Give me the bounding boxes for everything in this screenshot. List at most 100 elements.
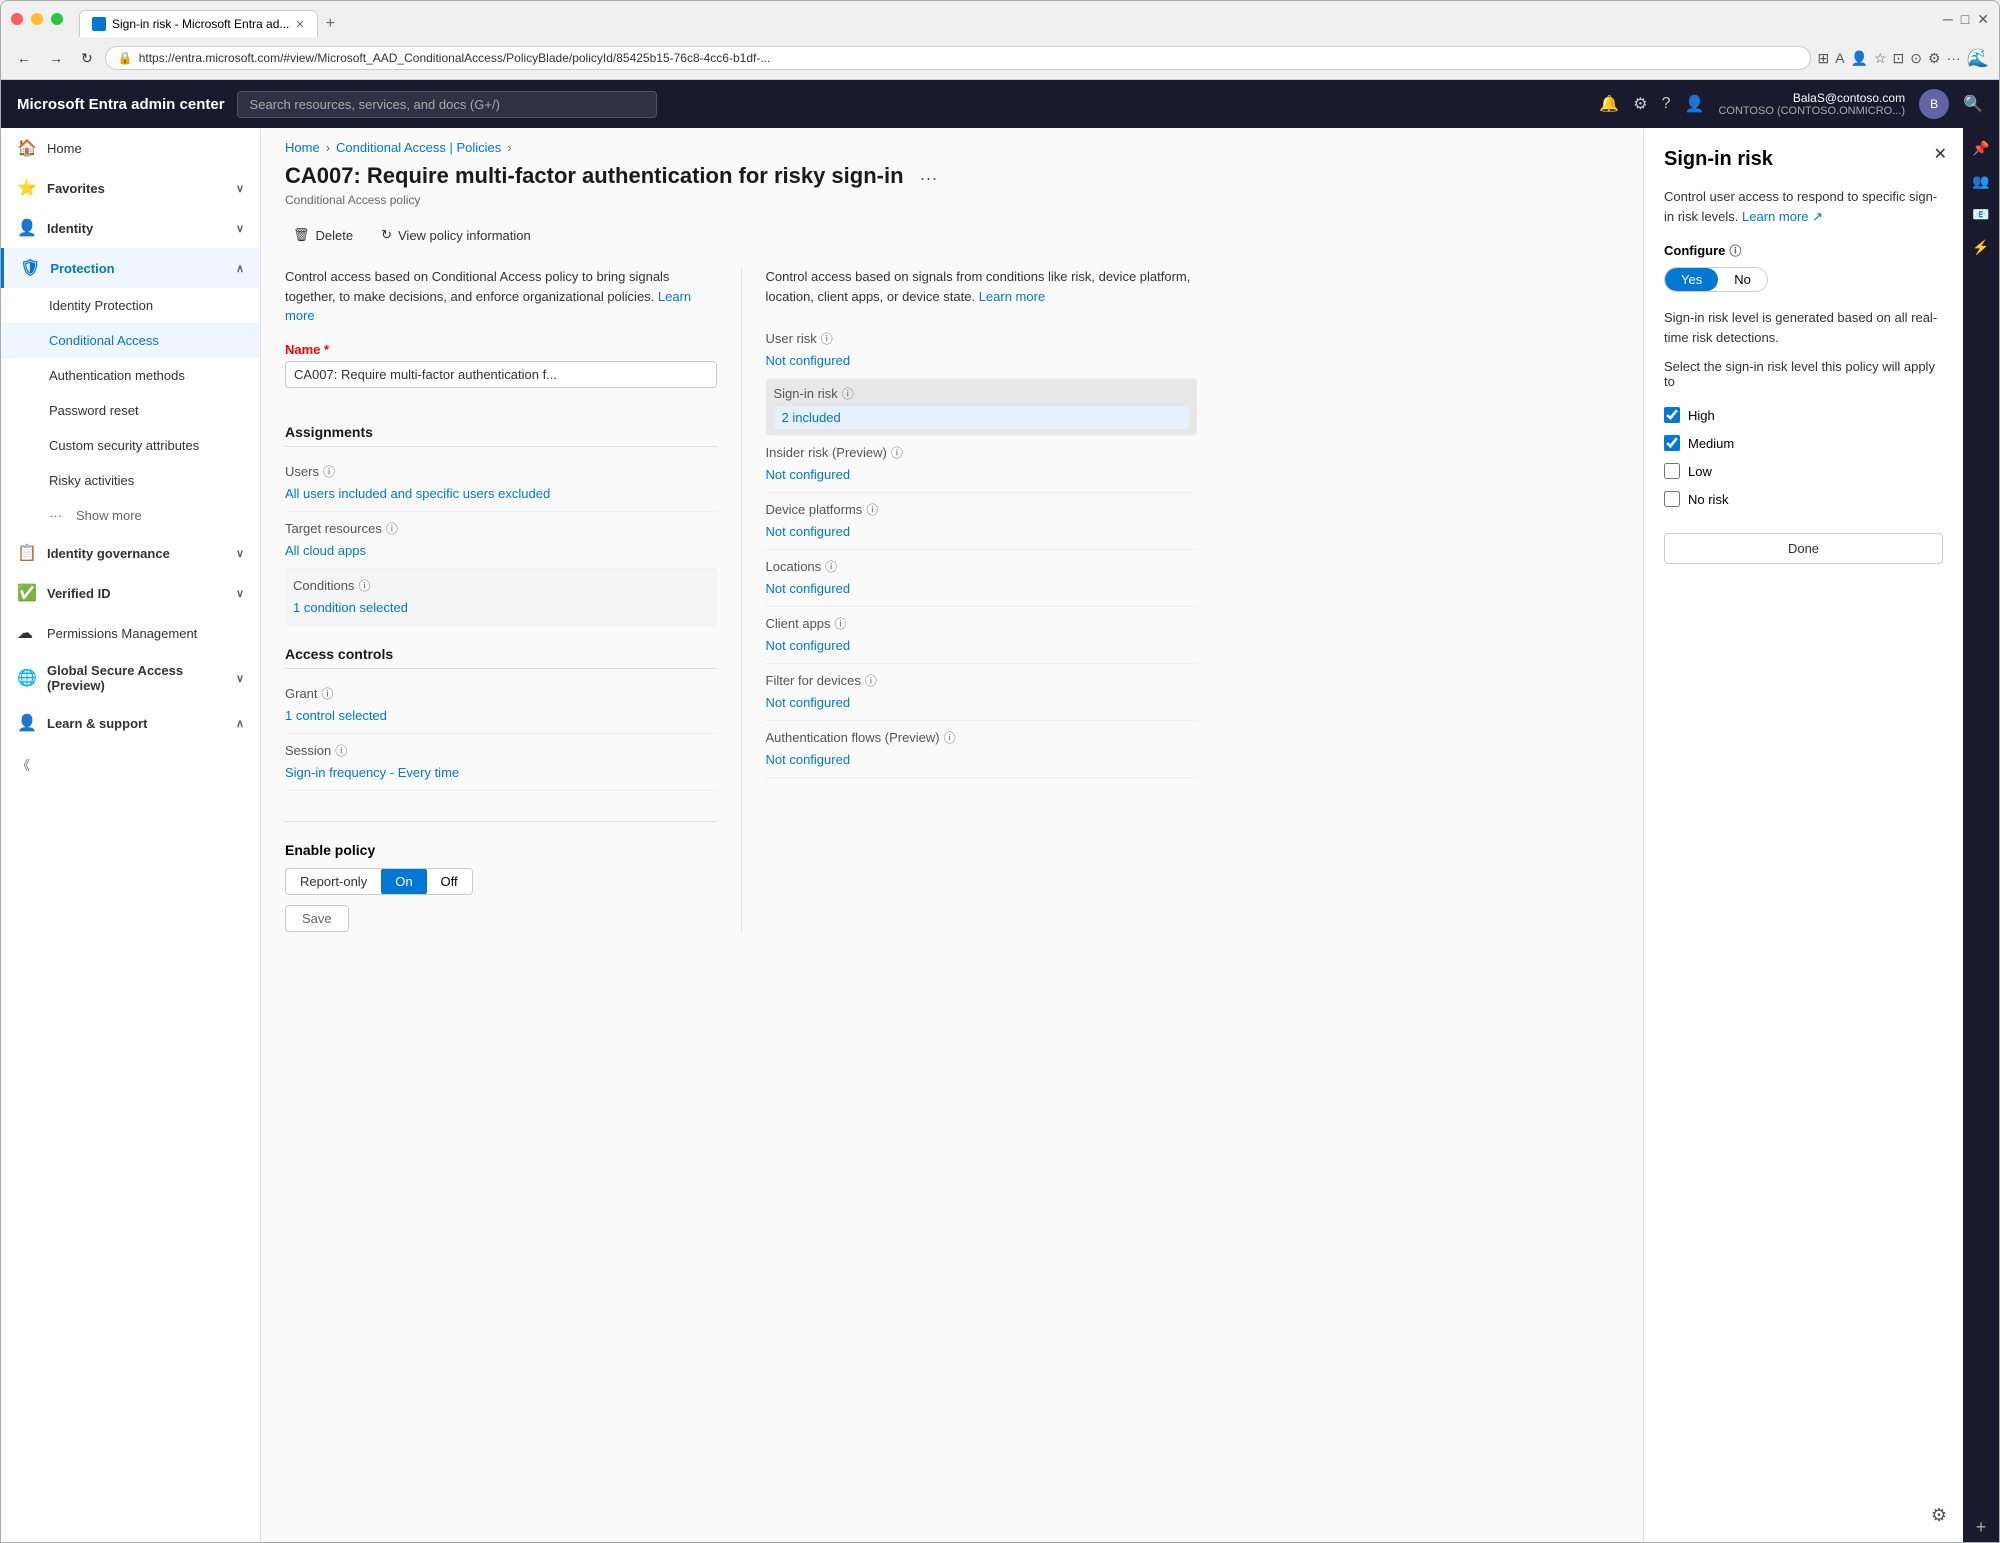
three-dots-menu[interactable]: ··· bbox=[920, 168, 938, 189]
sidebar-item-custom-security[interactable]: Custom security attributes bbox=[1, 428, 260, 463]
delete-button[interactable]: 🗑 Delete bbox=[285, 223, 361, 247]
browser-icon-5[interactable]: ⊡ bbox=[1893, 50, 1905, 67]
client-apps-info[interactable]: ⓘ bbox=[835, 615, 847, 632]
panel-close-button[interactable]: ✕ bbox=[1934, 144, 1947, 164]
conditions-value[interactable]: 1 condition selected bbox=[293, 598, 709, 617]
search-input[interactable] bbox=[237, 91, 657, 118]
user-risk-value[interactable]: Not configured bbox=[766, 351, 1198, 370]
yes-no-toggle[interactable]: Yes No bbox=[1664, 267, 1768, 292]
close-btn[interactable]: ✕ bbox=[1977, 11, 1989, 28]
device-platforms-info[interactable]: ⓘ bbox=[866, 501, 878, 518]
grant-info[interactable]: ⓘ bbox=[322, 685, 334, 702]
active-tab[interactable]: Sign-in risk - Microsoft Entra ad... ✕ bbox=[79, 10, 318, 37]
no-button[interactable]: No bbox=[1718, 268, 1767, 291]
name-input[interactable] bbox=[285, 361, 717, 388]
insider-risk-info[interactable]: ⓘ bbox=[891, 444, 903, 461]
far-right-icon-1[interactable]: 📌 bbox=[1968, 136, 1993, 161]
report-only-option[interactable]: Report-only bbox=[286, 869, 381, 894]
breadcrumb-home[interactable]: Home bbox=[285, 140, 320, 155]
browser-icon-1[interactable]: ⊞ bbox=[1817, 50, 1829, 67]
sidebar-item-learn-support[interactable]: 👤 Learn & support ∧ bbox=[1, 703, 260, 743]
yes-button[interactable]: Yes bbox=[1665, 268, 1718, 291]
right-learn-more[interactable]: Learn more bbox=[979, 289, 1045, 304]
tab-close[interactable]: ✕ bbox=[295, 18, 304, 31]
settings-icon[interactable]: ⚙ bbox=[1633, 94, 1647, 114]
favorites-chevron: ∨ bbox=[236, 182, 244, 195]
sidebar-item-global-secure[interactable]: 🌐 Global Secure Access (Preview) ∨ bbox=[1, 653, 260, 703]
device-platforms-value[interactable]: Not configured bbox=[766, 522, 1198, 541]
client-apps-value[interactable]: Not configured bbox=[766, 636, 1198, 655]
locations-value[interactable]: Not configured bbox=[766, 579, 1198, 598]
users-value[interactable]: All users included and specific users ex… bbox=[285, 484, 717, 503]
breadcrumb-conditional-access[interactable]: Conditional Access | Policies bbox=[336, 140, 501, 155]
sidebar-item-show-more[interactable]: ··· Show more bbox=[1, 498, 260, 533]
new-tab-button[interactable]: + bbox=[318, 11, 343, 37]
avatar[interactable]: B bbox=[1919, 89, 1949, 119]
address-bar[interactable]: 🔒 https://entra.microsoft.com/#view/Micr… bbox=[105, 46, 1812, 70]
browser-icon-3[interactable]: 👤 bbox=[1851, 50, 1868, 67]
no-risk-checkbox[interactable] bbox=[1664, 491, 1680, 507]
sidebar-item-identity-protection[interactable]: Identity Protection bbox=[1, 288, 260, 323]
user-icon[interactable]: 👤 bbox=[1685, 94, 1705, 114]
search-icon-header[interactable]: 🔍 bbox=[1963, 94, 1983, 114]
refresh-button[interactable]: ↻ bbox=[75, 46, 99, 71]
far-right-icon-4[interactable]: ⚡ bbox=[1968, 235, 1993, 260]
medium-checkbox[interactable] bbox=[1664, 435, 1680, 451]
high-checkbox[interactable] bbox=[1664, 407, 1680, 423]
auth-flows-label: Authentication flows (Preview) bbox=[766, 730, 940, 745]
browser-icon-2[interactable]: A bbox=[1835, 50, 1844, 66]
target-resources-value[interactable]: All cloud apps bbox=[285, 541, 717, 560]
sidebar-item-identity-governance[interactable]: 📋 Identity governance ∨ bbox=[1, 533, 260, 573]
off-option[interactable]: Off bbox=[427, 869, 472, 894]
user-risk-info[interactable]: ⓘ bbox=[821, 330, 833, 347]
users-info[interactable]: ⓘ bbox=[323, 463, 335, 480]
sidebar-item-permissions-mgmt[interactable]: ☁ Permissions Management bbox=[1, 613, 260, 653]
sidebar-item-favorites[interactable]: ⭐ Favorites ∨ bbox=[1, 168, 260, 208]
browser-icon-6[interactable]: ⊙ bbox=[1910, 50, 1922, 67]
target-resources-info[interactable]: ⓘ bbox=[386, 520, 398, 537]
sidebar-item-verified-id[interactable]: ✅ Verified ID ∨ bbox=[1, 573, 260, 613]
learn-icon: 👤 bbox=[17, 713, 37, 733]
insider-risk-value[interactable]: Not configured bbox=[766, 465, 1198, 484]
auth-flows-info[interactable]: ⓘ bbox=[944, 729, 956, 746]
auth-flows-value[interactable]: Not configured bbox=[766, 750, 1198, 769]
done-button[interactable]: Done bbox=[1664, 533, 1943, 564]
maximize-btn[interactable]: □ bbox=[1961, 11, 1969, 28]
sidebar-item-auth-methods[interactable]: Authentication methods bbox=[1, 358, 260, 393]
sidebar-item-risky-activities[interactable]: Risky activities bbox=[1, 463, 260, 498]
sign-in-risk-value[interactable]: 2 included bbox=[774, 406, 1190, 429]
view-policy-button[interactable]: ↻ View policy information bbox=[373, 223, 539, 247]
configure-info[interactable]: ⓘ bbox=[1729, 242, 1741, 259]
sidebar-item-home[interactable]: 🏠 Home bbox=[1, 128, 260, 168]
far-right-add-icon[interactable]: + bbox=[1972, 1513, 1991, 1542]
help-icon[interactable]: ? bbox=[1662, 95, 1671, 113]
filter-devices-info[interactable]: ⓘ bbox=[865, 672, 877, 689]
conditions-info[interactable]: ⓘ bbox=[358, 577, 370, 594]
sign-in-risk-info[interactable]: ⓘ bbox=[842, 385, 854, 402]
sidebar-item-conditional-access[interactable]: Conditional Access bbox=[1, 323, 260, 358]
browser-icon-7[interactable]: ⚙ bbox=[1928, 50, 1941, 67]
sidebar-item-protection[interactable]: 🛡 Protection ∧ bbox=[1, 248, 260, 288]
on-option[interactable]: On bbox=[381, 869, 426, 894]
filter-devices-value[interactable]: Not configured bbox=[766, 693, 1198, 712]
panel-learn-more[interactable]: Learn more ↗ bbox=[1742, 209, 1823, 224]
notification-icon[interactable]: 🔔 bbox=[1599, 94, 1619, 114]
sidebar-collapse[interactable]: 《 bbox=[1, 743, 260, 786]
minimize-btn[interactable]: ─ bbox=[1943, 11, 1953, 28]
far-right-icon-3[interactable]: 📧 bbox=[1968, 202, 1993, 227]
grant-value[interactable]: 1 control selected bbox=[285, 706, 717, 725]
sidebar-item-password-reset[interactable]: Password reset bbox=[1, 393, 260, 428]
settings-gear[interactable]: ⚙ bbox=[1931, 1505, 1947, 1526]
browser-icon-8[interactable]: ··· bbox=[1947, 50, 1961, 66]
enable-policy-toggle[interactable]: Report-only On Off bbox=[285, 868, 473, 895]
low-checkbox[interactable] bbox=[1664, 463, 1680, 479]
sidebar-item-identity[interactable]: 👤 Identity ∨ bbox=[1, 208, 260, 248]
back-button[interactable]: ← bbox=[11, 46, 37, 70]
session-value[interactable]: Sign-in frequency - Every time bbox=[285, 763, 717, 782]
forward-button[interactable]: → bbox=[43, 46, 69, 70]
session-info[interactable]: ⓘ bbox=[335, 742, 347, 759]
locations-info[interactable]: ⓘ bbox=[825, 558, 837, 575]
far-right-icon-2[interactable]: 👥 bbox=[1968, 169, 1993, 194]
browser-icon-4[interactable]: ☆ bbox=[1874, 50, 1887, 67]
save-button[interactable]: Save bbox=[285, 905, 349, 932]
